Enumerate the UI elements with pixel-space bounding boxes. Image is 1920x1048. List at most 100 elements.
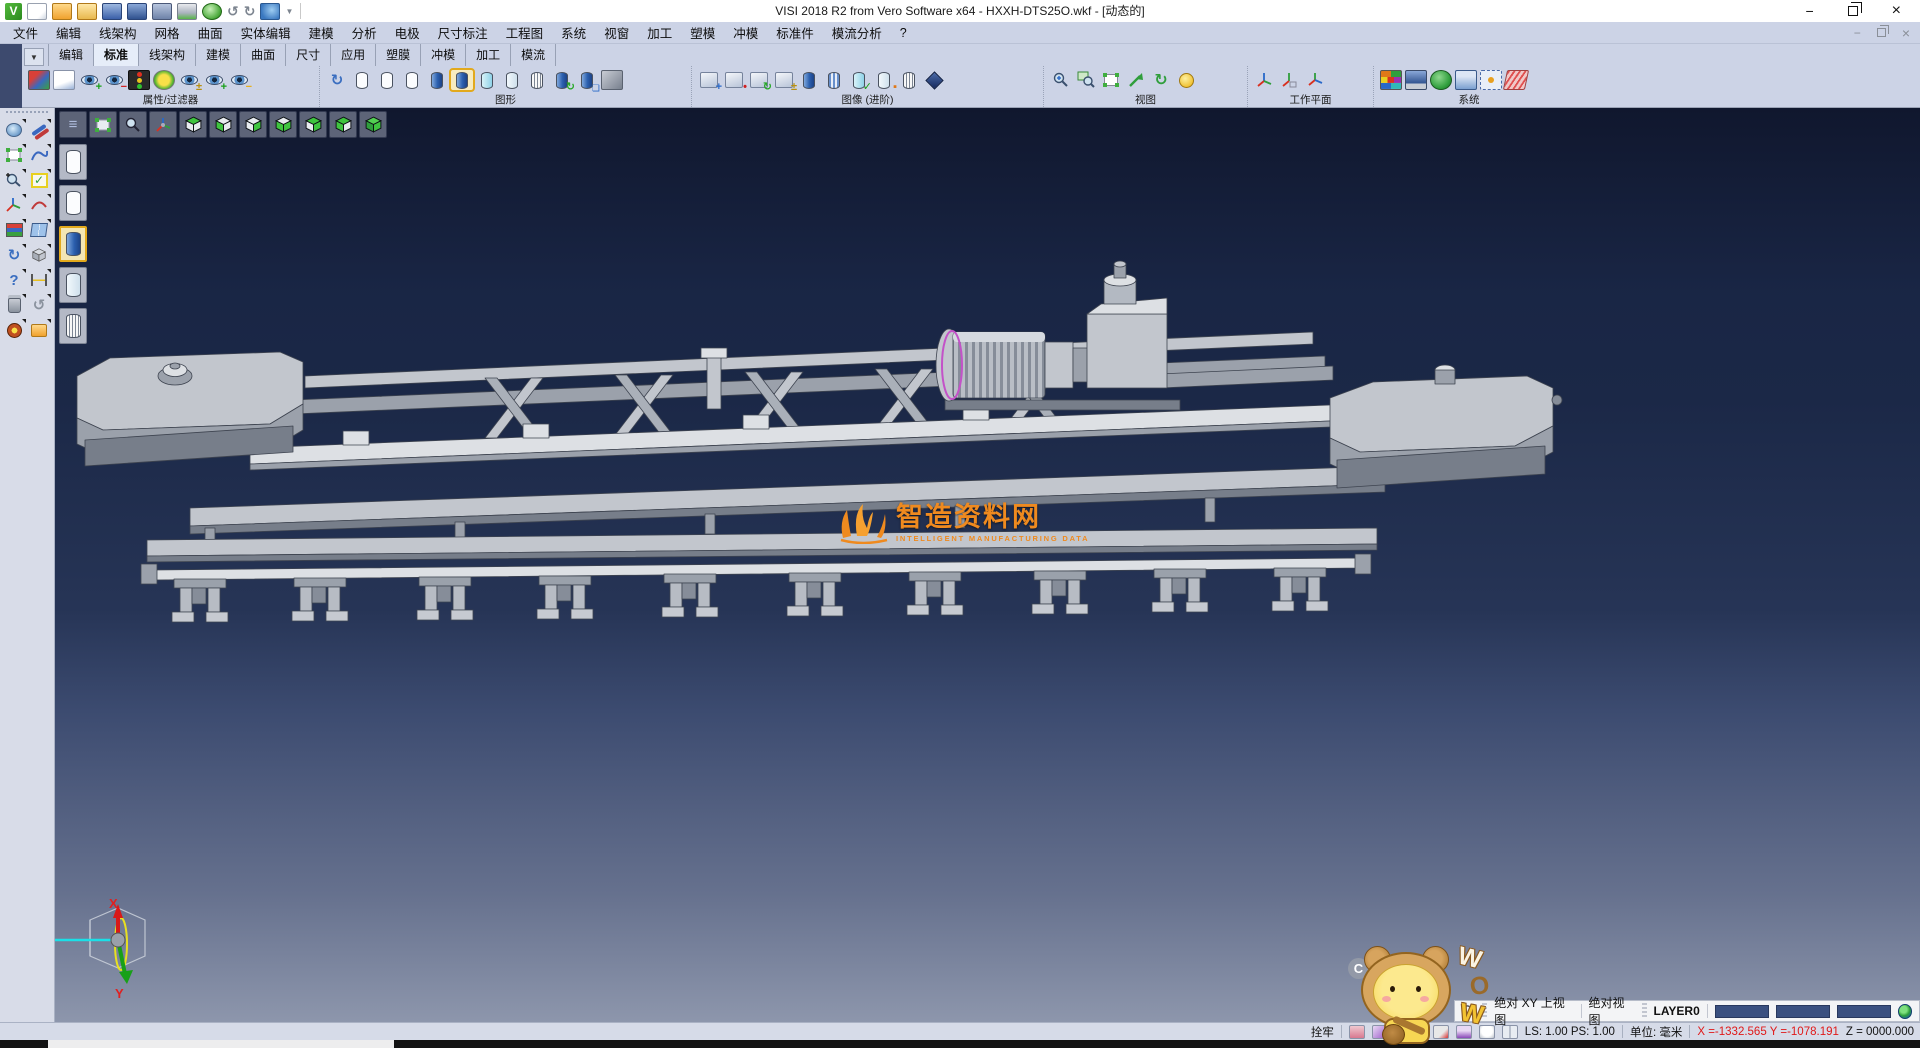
filter-paint-icon[interactable]	[28, 70, 50, 90]
refresh-blue-icon[interactable]: ↻	[2, 244, 26, 266]
delete-trash-icon[interactable]	[2, 294, 26, 316]
tab-dropdown-icon[interactable]: ▼	[24, 48, 44, 66]
tab-application[interactable]: 应用	[330, 42, 376, 66]
tab-machining[interactable]: 加工	[465, 42, 511, 66]
shade-hidden-icon[interactable]	[401, 70, 423, 90]
color-swatch-1[interactable]	[1715, 1005, 1769, 1018]
zoom-in-icon[interactable]	[1050, 70, 1072, 90]
tab-standard[interactable]: 标准	[93, 42, 139, 66]
save-as-icon[interactable]	[127, 3, 147, 20]
tab-dimension[interactable]: 尺寸	[285, 42, 331, 66]
shade-solid-edges-icon[interactable]	[451, 70, 473, 90]
shade-mesh-icon[interactable]	[526, 70, 548, 90]
menu-mold[interactable]: 塑模	[681, 20, 724, 45]
menu-solid-edit[interactable]: 实体编辑	[232, 20, 300, 45]
preview-icon[interactable]	[202, 3, 222, 20]
eye-plusminus-icon[interactable]: ±	[178, 70, 200, 90]
history-icon[interactable]	[260, 3, 280, 20]
save-all-icon[interactable]	[152, 3, 172, 20]
tab-edit[interactable]: 编辑	[48, 42, 94, 66]
pan-view-icon[interactable]	[1125, 70, 1147, 90]
tab-mold[interactable]: 塑膜	[375, 42, 421, 66]
measure-icon[interactable]	[27, 269, 51, 291]
menu-analysis[interactable]: 分析	[343, 20, 386, 45]
regen-icon[interactable]: ↻	[326, 70, 348, 90]
box-refresh-icon[interactable]: ↻	[748, 70, 770, 90]
shade-copy-icon[interactable]: ❏	[576, 70, 598, 90]
wire-view-icon[interactable]	[898, 70, 920, 90]
display-settings-icon[interactable]	[1405, 70, 1427, 90]
qat-dropdown-icon[interactable]: ▼	[285, 3, 293, 20]
zoom-window-icon[interactable]	[1075, 70, 1097, 90]
fit-view-icon[interactable]	[2, 144, 26, 166]
menu-flow-analysis[interactable]: 模流分析	[823, 20, 891, 45]
units-label[interactable]: 单位: 毫米	[1630, 1024, 1682, 1040]
sketch-curve-icon[interactable]	[27, 144, 51, 166]
box-plusminus-icon[interactable]: ±	[773, 70, 795, 90]
menu-electrode[interactable]: 电极	[386, 20, 429, 45]
solid-view-icon[interactable]	[798, 70, 820, 90]
menu-modeling[interactable]: 建模	[300, 20, 343, 45]
rotate-view-icon[interactable]: ↻	[1150, 70, 1172, 90]
eye-show-all-icon[interactable]: +	[203, 70, 225, 90]
layers-paint-icon[interactable]	[2, 219, 26, 241]
save-icon[interactable]	[102, 3, 122, 20]
page-preview-icon[interactable]	[53, 70, 75, 90]
menu-surface[interactable]: 曲面	[189, 20, 232, 45]
menu-mesh[interactable]: 网格	[146, 20, 189, 45]
tab-wireframe[interactable]: 线架构	[138, 42, 196, 66]
menu-system[interactable]: 系统	[552, 20, 595, 45]
tab-die[interactable]: 冲模	[420, 42, 466, 66]
striped-view-icon[interactable]	[823, 70, 845, 90]
eye-remove-icon[interactable]: −	[103, 70, 125, 90]
color-palette-icon[interactable]	[1380, 70, 1402, 90]
mdi-minimize-button[interactable]: −	[1854, 26, 1861, 40]
diamond-view-icon[interactable]	[923, 70, 945, 90]
undo-gray-icon[interactable]: ↺	[27, 294, 51, 316]
lock-label[interactable]: 拴牢	[1311, 1024, 1334, 1040]
erase-edit-icon[interactable]	[27, 119, 51, 141]
traffic-light-icon[interactable]	[128, 70, 150, 90]
tab-flow[interactable]: 模流	[510, 42, 556, 66]
tag-view-icon[interactable]: ▪	[873, 70, 895, 90]
shade-update-icon[interactable]: ↻	[551, 70, 573, 90]
menu-file[interactable]: 文件	[4, 20, 47, 45]
grid-icon[interactable]	[1503, 70, 1529, 90]
restore-button[interactable]	[1848, 6, 1858, 16]
workplane-set-icon[interactable]	[1254, 70, 1276, 90]
render-smiley-icon[interactable]	[1175, 70, 1197, 90]
viewport-3d[interactable]: ≡	[55, 108, 1920, 1022]
curve-edit-icon[interactable]	[27, 194, 51, 216]
analyze-preview-icon[interactable]	[2, 119, 26, 141]
workplane-align-icon[interactable]	[1279, 70, 1301, 90]
tab-modeling[interactable]: 建模	[195, 42, 241, 66]
color-swatch-2[interactable]	[1776, 1005, 1830, 1018]
menu-drawing[interactable]: 工程图	[497, 20, 553, 45]
globe-icon[interactable]	[1898, 1004, 1913, 1019]
system-tools-icon[interactable]	[1430, 70, 1452, 90]
shade-settings-icon[interactable]	[601, 70, 623, 90]
check-view-icon[interactable]: ✓	[848, 70, 870, 90]
confirm-check-icon[interactable]: ✓	[27, 169, 51, 191]
box-add-icon[interactable]: +	[698, 70, 720, 90]
close-button[interactable]: ×	[1892, 3, 1901, 19]
helm-settings-icon[interactable]	[2, 319, 26, 341]
shade-transparent-icon[interactable]	[476, 70, 498, 90]
menu-dimension[interactable]: 尺寸标注	[429, 20, 497, 45]
window-config-icon[interactable]	[1455, 70, 1477, 90]
undo-icon[interactable]: ↺	[227, 3, 239, 20]
layer-label[interactable]: LAYER0	[1654, 1004, 1700, 1018]
menu-die[interactable]: 冲模	[724, 20, 767, 45]
color-swatch-3[interactable]	[1837, 1005, 1891, 1018]
box-state-icon[interactable]: •	[723, 70, 745, 90]
print-icon[interactable]	[177, 3, 197, 20]
tab-surface[interactable]: 曲面	[240, 42, 286, 66]
workplane-reset-icon[interactable]	[1304, 70, 1326, 90]
shade-solid-icon[interactable]	[426, 70, 448, 90]
window-panes-icon[interactable]	[27, 219, 51, 241]
minimize-button[interactable]: −	[1805, 4, 1813, 18]
eye-hide-all-icon[interactable]: −	[228, 70, 250, 90]
menu-wireframe[interactable]: 线架构	[90, 20, 146, 45]
view-mode-label[interactable]: 绝对 XY 上视图	[1494, 994, 1573, 1028]
cube-gray-icon[interactable]	[27, 244, 51, 266]
